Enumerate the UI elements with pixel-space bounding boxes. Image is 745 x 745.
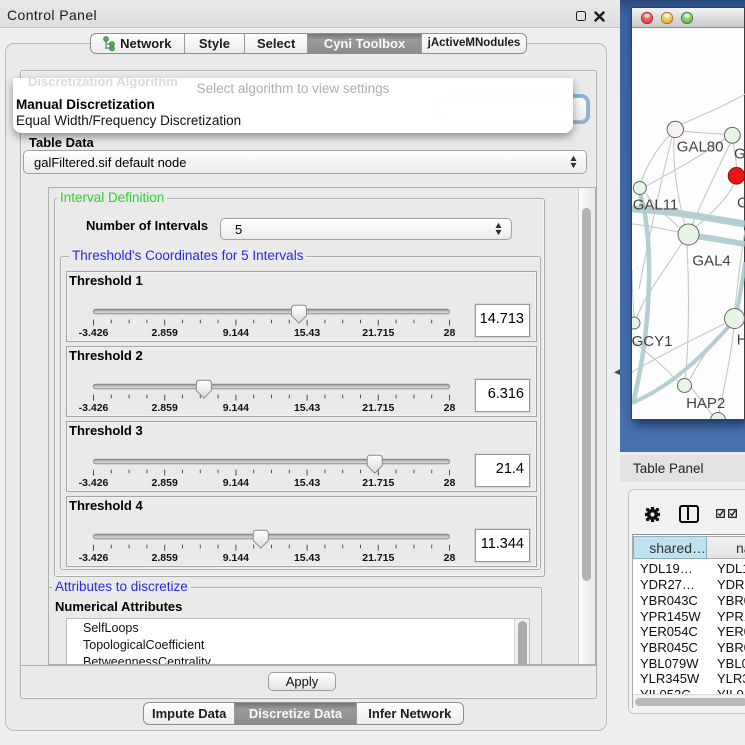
svg-text:28: 28	[444, 477, 456, 489]
svg-text:9.144: 9.144	[223, 477, 249, 489]
svg-text:2.859: 2.859	[152, 552, 178, 564]
svg-text:GAL4: GAL4	[692, 253, 730, 270]
svg-text:GAL11: GAL11	[633, 197, 679, 214]
svg-text:28: 28	[444, 327, 456, 339]
svg-text:C: C	[737, 195, 745, 212]
svg-text:28: 28	[444, 402, 456, 414]
svg-text:21.715: 21.715	[362, 327, 394, 339]
svg-text:15.43: 15.43	[294, 402, 320, 414]
svg-text:28: 28	[444, 552, 456, 564]
svg-text:21.715: 21.715	[362, 477, 394, 489]
svg-text:2.859: 2.859	[152, 402, 178, 414]
svg-text:H: H	[737, 332, 745, 349]
svg-text:GCY1: GCY1	[632, 333, 672, 350]
svg-text:-3.426: -3.426	[79, 402, 109, 414]
svg-text:9.144: 9.144	[223, 402, 249, 414]
svg-text:15.43: 15.43	[294, 552, 320, 564]
svg-text:-3.426: -3.426	[79, 552, 109, 564]
svg-text:2.859: 2.859	[152, 327, 178, 339]
svg-text:-3.426: -3.426	[79, 327, 109, 339]
svg-text:HAP2: HAP2	[686, 395, 725, 412]
svg-text:21.715: 21.715	[362, 552, 394, 564]
svg-text:2.859: 2.859	[152, 477, 178, 489]
svg-text:GAL80: GAL80	[677, 139, 724, 156]
svg-text:9.144: 9.144	[223, 327, 249, 339]
svg-text:15.43: 15.43	[294, 477, 320, 489]
svg-text:15.43: 15.43	[294, 327, 320, 339]
svg-text:GA: GA	[734, 146, 745, 163]
svg-text:21.715: 21.715	[362, 402, 394, 414]
svg-text:9.144: 9.144	[223, 552, 249, 564]
svg-text:-3.426: -3.426	[79, 477, 109, 489]
